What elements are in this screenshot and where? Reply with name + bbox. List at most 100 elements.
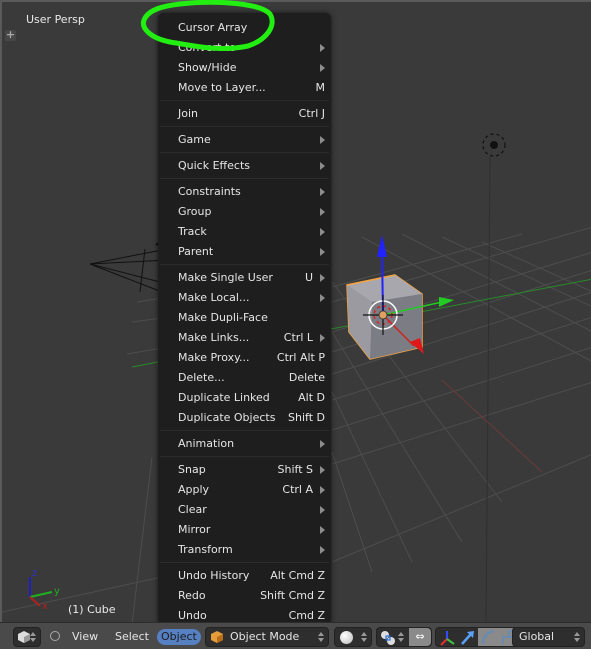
submenu-arrow-icon	[320, 136, 325, 144]
manipulate-centers-icon[interactable]: ⇔	[409, 628, 431, 646]
camera-object	[89, 248, 168, 293]
menu-item-make-links[interactable]: Make Links... Ctrl L	[158, 328, 331, 348]
menu-item-undo-history[interactable]: Undo History Alt Cmd Z	[158, 566, 331, 586]
menu-item-quick-effects[interactable]: Quick Effects	[158, 156, 331, 176]
view-perspective-label: User Persp	[26, 13, 85, 26]
transform-orientation-selector[interactable]: Global	[512, 627, 585, 647]
menu-item-label: Make Single User	[178, 271, 273, 284]
menu-item-parent[interactable]: Parent	[158, 242, 331, 262]
menu-item-label: Duplicate Linked	[178, 391, 270, 404]
menu-item-game[interactable]: Game	[158, 130, 331, 150]
menu-item-label: Join	[178, 107, 199, 120]
menu-item-snap[interactable]: Snap Shift S	[158, 460, 331, 480]
menu-item-label: Track	[178, 225, 207, 238]
menu-item-label: Transform	[178, 543, 233, 556]
menu-item-constraints[interactable]: Constraints	[158, 182, 331, 202]
menu-item-make-local[interactable]: Make Local...	[158, 288, 331, 308]
submenu-arrow-icon	[320, 546, 325, 554]
menu-item-track[interactable]: Track	[158, 222, 331, 242]
menu-select[interactable]: Select	[115, 629, 149, 645]
menu-item-animation[interactable]: Animation	[158, 434, 331, 454]
menu-item-shortcut: Shift D	[288, 411, 325, 424]
menu-item-label: Quick Effects	[178, 159, 250, 172]
mode-label: Object Mode	[230, 630, 300, 643]
submenu-arrow-icon	[320, 228, 325, 236]
menu-item-make-dupli-face[interactable]: Make Dupli-Face	[158, 308, 331, 328]
menu-item-apply[interactable]: Apply Ctrl A	[158, 480, 331, 500]
menu-item-make-single-user[interactable]: Make Single User U	[158, 268, 331, 288]
orientation-label: Global	[519, 630, 555, 643]
menu-item-label: Snap	[178, 463, 206, 476]
menu-item-show-hide[interactable]: Show/Hide	[158, 58, 331, 78]
updown-arrows-icon	[398, 632, 404, 642]
menu-item-label: Undo	[178, 609, 207, 622]
menu-item-mirror[interactable]: Mirror	[158, 520, 331, 540]
gizmo-y-label: y	[54, 586, 60, 597]
submenu-arrow-icon	[320, 188, 325, 196]
menu-item-join[interactable]: Join Ctrl J	[158, 104, 331, 124]
menu-item-shortcut: Ctrl J	[298, 107, 325, 120]
submenu-arrow-icon	[320, 44, 325, 52]
menu-item-label: Make Dupli-Face	[178, 311, 268, 324]
submenu-arrow-icon	[320, 440, 325, 448]
lamp-object	[482, 133, 506, 157]
collapse-menus-icon[interactable]	[50, 631, 60, 641]
manipulator-toggle-icon[interactable]	[439, 630, 455, 646]
menu-item-label: Duplicate Objects	[178, 411, 276, 424]
toolshelf-expand-button[interactable]: +	[5, 29, 16, 41]
menu-item-clear[interactable]: Clear	[158, 500, 331, 520]
rotate-arc-icon[interactable]	[478, 628, 498, 646]
menu-item-label: Clear	[178, 503, 207, 516]
object-menu: Cursor Array Convert to Show/Hide Move to L…	[158, 13, 331, 625]
menu-item-shortcut: Alt Cmd Z	[270, 569, 325, 582]
menu-item-label: Animation	[178, 437, 235, 450]
menu-item-shortcut: Ctrl L	[283, 331, 313, 344]
x-axis-line	[441, 379, 543, 473]
translate-arrow-icon[interactable]	[459, 630, 475, 646]
menu-item-move-to-layer[interactable]: Move to Layer... M	[158, 78, 331, 98]
updown-arrows-icon	[361, 632, 367, 642]
viewport-shading-selector[interactable]	[334, 627, 372, 647]
active-object-label: (1) Cube	[68, 603, 116, 616]
menu-item-label: Game	[178, 133, 211, 146]
menu-item-transform[interactable]: Transform	[158, 540, 331, 560]
menu-item-label: Undo History	[178, 569, 250, 582]
menu-item-delete[interactable]: Delete... Delete	[158, 368, 331, 388]
menu-item-duplicate-objects[interactable]: Duplicate Objects Shift D	[158, 408, 331, 428]
menu-item-shortcut: Delete	[288, 371, 325, 384]
object-mode-icon	[211, 631, 223, 643]
menu-item-shortcut: U	[304, 271, 313, 284]
submenu-arrow-icon	[320, 486, 325, 494]
menu-view[interactable]: View	[72, 629, 98, 645]
submenu-arrow-icon	[320, 466, 325, 474]
updown-arrows-icon	[574, 632, 580, 642]
menu-item-label: Constraints	[178, 185, 241, 198]
submenu-arrow-icon	[320, 526, 325, 534]
submenu-arrow-icon	[320, 208, 325, 216]
menu-item-label: Make Proxy...	[178, 351, 250, 364]
menu-object[interactable]: Object	[157, 629, 201, 645]
editor-type-selector[interactable]	[13, 627, 41, 647]
menu-item-redo[interactable]: Redo Shift Cmd Z	[158, 586, 331, 606]
updown-arrows-icon	[318, 632, 324, 642]
gizmo-z-label: z	[32, 568, 37, 579]
cube-icon	[18, 631, 30, 643]
menu-item-group[interactable]: Group	[158, 202, 331, 222]
submenu-arrow-icon	[320, 162, 325, 170]
menu-item-label: Group	[178, 205, 212, 218]
menu-item-duplicate-linked[interactable]: Duplicate Linked Alt D	[158, 388, 331, 408]
menu-item-shortcut: Alt D	[298, 391, 325, 404]
submenu-arrow-icon	[320, 334, 325, 342]
pivot-point-selector[interactable]: ⇔	[376, 627, 432, 647]
submenu-arrow-icon	[320, 294, 325, 302]
menu-item-label: Make Local...	[178, 291, 250, 304]
viewport-header: View Select Object Object Mode ⇔ Global	[0, 622, 591, 649]
menu-item-make-proxy[interactable]: Make Proxy... Ctrl Alt P	[158, 348, 331, 368]
menu-item-label: Delete...	[178, 371, 225, 384]
submenu-arrow-icon	[320, 274, 325, 282]
pivot-median-icon	[381, 631, 395, 645]
menu-item-label: Move to Layer...	[178, 81, 266, 94]
mode-selector[interactable]: Object Mode	[205, 627, 329, 647]
manipulator-toggles	[435, 627, 519, 647]
menu-item-shortcut: Ctrl A	[282, 483, 313, 496]
